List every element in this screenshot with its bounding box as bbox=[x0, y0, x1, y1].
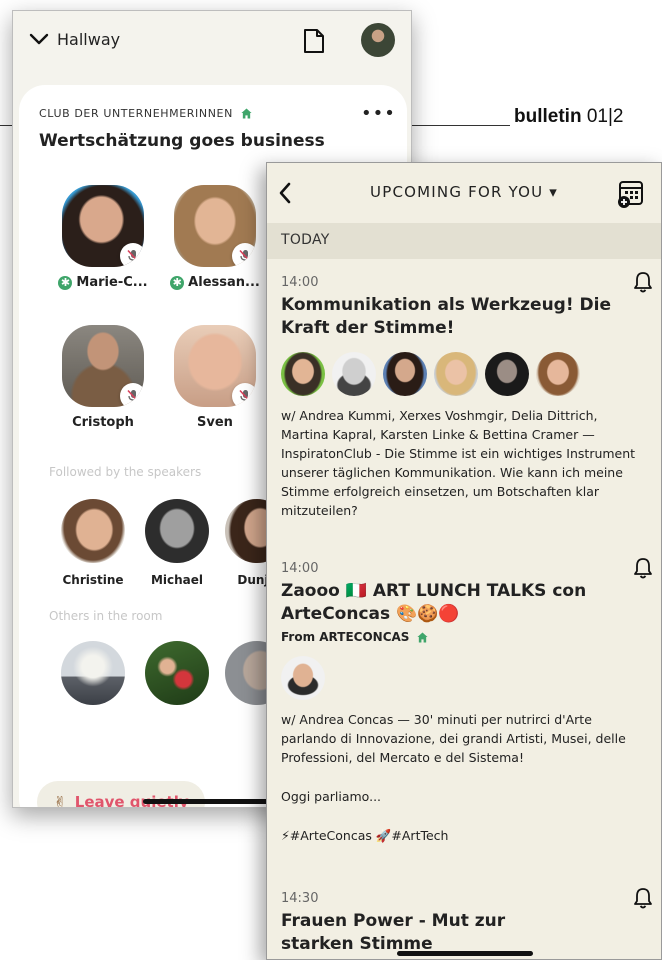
home-indicator bbox=[397, 951, 533, 956]
muted-mic-icon bbox=[232, 243, 256, 267]
listener-name: Christine bbox=[62, 573, 124, 587]
followed-section-label: Followed by the speakers bbox=[49, 465, 202, 479]
magazine-name: bulletin bbox=[514, 106, 582, 127]
event-description: w/ Andrea Concas — 30' minuti per nutrir… bbox=[281, 712, 626, 765]
event-speaker-avatars bbox=[281, 352, 647, 396]
calendar-add-icon[interactable] bbox=[617, 179, 645, 209]
room-title: Wertschätzung goes business bbox=[39, 131, 325, 151]
more-options-icon[interactable]: ••• bbox=[361, 105, 396, 123]
avatar bbox=[174, 185, 256, 267]
speaker-avatar[interactable] bbox=[332, 352, 376, 396]
speaker-name: Cristoph bbox=[72, 415, 134, 430]
event-time: 14:00 bbox=[281, 561, 319, 576]
event-description: w/ Andrea Kummi, Xerxes Voshmgir, Delia … bbox=[281, 408, 636, 518]
hallway-header: Hallway bbox=[13, 11, 411, 79]
event-time: 14:00 bbox=[281, 275, 319, 290]
upcoming-title-dropdown[interactable]: UPCOMING FOR YOU ▾ bbox=[267, 183, 661, 201]
listener-avatar[interactable] bbox=[145, 499, 209, 563]
event-title: Zaooo 🇮🇹 ART LUNCH TALKS con ArteConcas … bbox=[281, 581, 587, 624]
event-item[interactable]: 14:00 Zaooo 🇮🇹 ART LUNCH TALKS con ArteC… bbox=[281, 558, 652, 845]
speaker-name: Alessan... bbox=[188, 275, 260, 290]
speaker-avatar[interactable] bbox=[536, 352, 580, 396]
avatar bbox=[174, 325, 256, 407]
speaker-avatar[interactable] bbox=[281, 656, 325, 700]
listener-avatar[interactable] bbox=[61, 641, 125, 705]
speaker-avatar[interactable] bbox=[383, 352, 427, 396]
house-icon bbox=[417, 631, 428, 643]
muted-mic-icon bbox=[120, 383, 144, 407]
event-tags[interactable]: ⚡#ArteConcas 🚀#ArtTech bbox=[281, 826, 647, 845]
speaker-tile[interactable]: ✱ Alessan... bbox=[169, 185, 261, 290]
upcoming-header: UPCOMING FOR YOU ▾ bbox=[267, 163, 661, 223]
bell-icon[interactable] bbox=[633, 887, 653, 909]
event-item[interactable]: 14:00 Kommunikation als Werkzeug! Die Kr… bbox=[281, 272, 652, 520]
speaker-avatar[interactable] bbox=[281, 352, 325, 396]
others-section-label: Others in the room bbox=[49, 609, 163, 623]
today-section-header: TODAY bbox=[267, 223, 661, 259]
speaker-name: Marie-C... bbox=[76, 275, 148, 290]
event-title: Frauen Power - Mut zur starken Stimme bbox=[281, 911, 506, 954]
magazine-header: bulletin 01|2 bbox=[514, 106, 662, 128]
muted-mic-icon bbox=[120, 243, 144, 267]
moderator-icon: ✱ bbox=[58, 275, 73, 290]
club-name[interactable]: CLUB DER UNTERNEHMERINNEN bbox=[39, 107, 252, 120]
speaker-tile[interactable]: Sven bbox=[169, 325, 261, 430]
home-indicator bbox=[143, 799, 279, 804]
listener-name: Michael bbox=[150, 573, 204, 587]
document-icon[interactable] bbox=[303, 28, 325, 54]
magazine-issue: 01|2 bbox=[586, 106, 624, 127]
listener-avatar[interactable] bbox=[145, 641, 209, 705]
avatar bbox=[62, 185, 144, 267]
speaker-avatar[interactable] bbox=[485, 352, 529, 396]
speaker-name: Sven bbox=[197, 415, 233, 430]
hallway-label: Hallway bbox=[57, 29, 121, 49]
bell-icon[interactable] bbox=[633, 271, 653, 293]
event-title: Kommunikation als Werkzeug! Die Kraft de… bbox=[281, 295, 611, 338]
speaker-avatar[interactable] bbox=[434, 352, 478, 396]
chevron-down-icon bbox=[29, 33, 49, 45]
upcoming-phone: UPCOMING FOR YOU ▾ TODAY 14:00 Kommunika… bbox=[266, 162, 662, 960]
speaker-tile[interactable]: ✱ Marie-C... bbox=[57, 185, 149, 290]
event-club-link[interactable]: From ARTECONCAS bbox=[281, 630, 647, 644]
listener-avatar[interactable] bbox=[61, 499, 125, 563]
event-item[interactable]: 14:30 Frauen Power - Mut zur starken Sti… bbox=[281, 888, 652, 956]
moderator-icon: ✱ bbox=[170, 275, 185, 290]
house-icon bbox=[241, 108, 252, 119]
event-time: 14:30 bbox=[281, 891, 319, 906]
speaker-tile[interactable]: Cristoph bbox=[57, 325, 149, 430]
muted-mic-icon bbox=[232, 383, 256, 407]
bell-icon[interactable] bbox=[633, 557, 653, 579]
event-extra-text: Oggi parliamo... bbox=[281, 789, 382, 804]
profile-avatar[interactable] bbox=[361, 23, 395, 57]
event-speaker-avatars bbox=[281, 656, 647, 700]
hallway-back-button[interactable]: Hallway bbox=[29, 29, 120, 49]
avatar bbox=[62, 325, 144, 407]
peace-hand-icon: ✌ bbox=[53, 792, 67, 808]
